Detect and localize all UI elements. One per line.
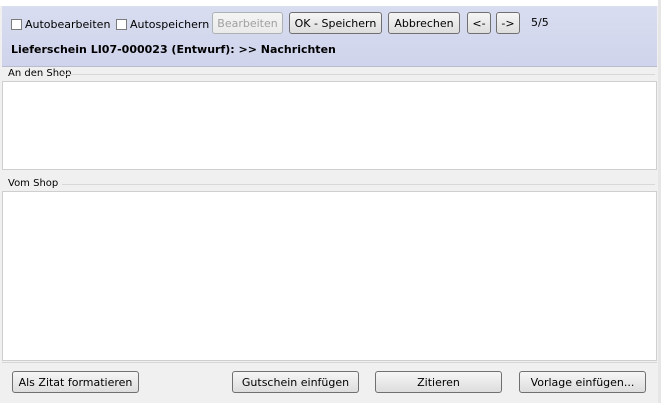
autobearbeiten-label: Autobearbeiten bbox=[25, 17, 111, 31]
from-shop-textarea[interactable] bbox=[2, 191, 657, 361]
toolbar: Autobearbeiten Autospeichern Bearbeiten … bbox=[2, 6, 657, 67]
checkbox-box[interactable] bbox=[116, 18, 127, 30]
bottom-toolbar: Als Zitat formatieren Gutschein einfügen… bbox=[2, 362, 657, 401]
autospeichern-label: Autospeichern bbox=[130, 17, 210, 31]
gutschein-einfuegen-button[interactable]: Gutschein einfügen bbox=[232, 371, 359, 393]
record-counter: 5/5 bbox=[531, 16, 549, 29]
zitieren-button[interactable]: Zitieren bbox=[375, 371, 502, 393]
autobearbeiten-checkbox[interactable]: Autobearbeiten bbox=[11, 17, 110, 31]
autospeichern-checkbox[interactable]: Autospeichern bbox=[116, 17, 209, 31]
to-shop-label: An den Shop bbox=[8, 68, 72, 79]
bearbeiten-button[interactable]: Bearbeiten bbox=[212, 12, 283, 34]
vorlage-einfuegen-button[interactable]: Vorlage einfügen... bbox=[519, 371, 646, 393]
previous-button[interactable]: <- bbox=[467, 12, 491, 34]
from-shop-section-header: Vom Shop bbox=[2, 177, 657, 190]
als-zitat-formatieren-button[interactable]: Als Zitat formatieren bbox=[12, 371, 139, 393]
to-shop-textarea[interactable] bbox=[2, 81, 657, 170]
to-shop-section-header: An den Shop bbox=[2, 67, 657, 80]
checkbox-box[interactable] bbox=[11, 18, 22, 30]
page-title: Lieferschein LI07-000023 (Entwurf): >> N… bbox=[11, 43, 336, 56]
from-shop-label: Vom Shop bbox=[8, 178, 59, 189]
message-window: Autobearbeiten Autospeichern Bearbeiten … bbox=[0, 0, 661, 403]
abbrechen-button[interactable]: Abbrechen bbox=[388, 12, 460, 34]
ok-speichern-button[interactable]: OK - Speichern bbox=[289, 12, 382, 34]
next-button[interactable]: -> bbox=[496, 12, 520, 34]
